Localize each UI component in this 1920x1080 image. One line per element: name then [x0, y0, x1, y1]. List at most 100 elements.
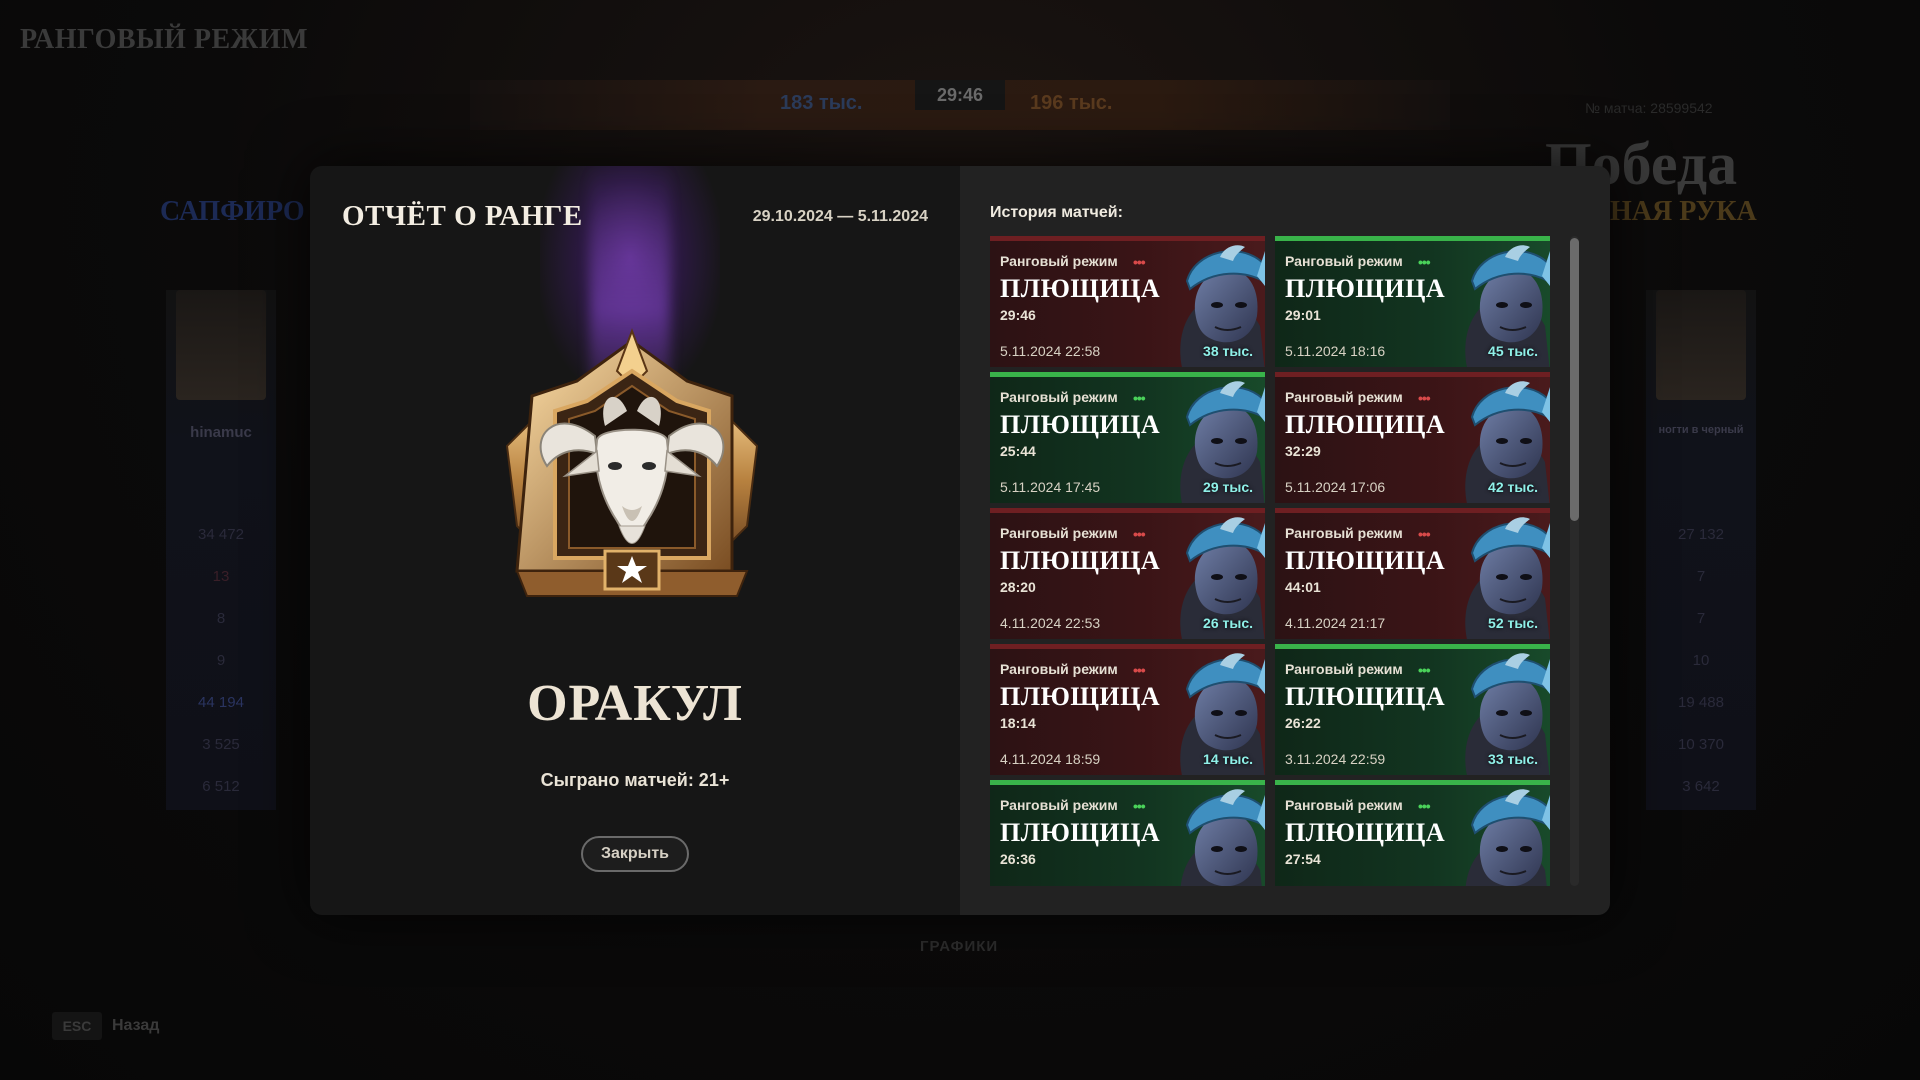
- close-button[interactable]: Закрыть: [581, 836, 689, 872]
- match-map: ПЛЮЩИЦА: [1285, 546, 1446, 575]
- player-stat: 10 370: [1678, 736, 1724, 753]
- scrollbar[interactable]: [1570, 236, 1579, 886]
- match-card[interactable]: Ранговый режим ••• ПЛЮЩИЦА 28:20 4.11.20…: [990, 508, 1265, 639]
- match-date: 5.11.2024 17:45: [1000, 479, 1101, 495]
- match-mode: Ранговый режим: [1285, 797, 1403, 813]
- match-duration: 26:36: [1000, 851, 1036, 867]
- rank-name: ОРАКУЛ: [527, 675, 743, 732]
- match-history-heading: История матчей:: [990, 204, 1123, 221]
- match-mode: Ранговый режим: [1000, 389, 1118, 405]
- match-duration: 27:54: [1285, 851, 1321, 867]
- match-map: ПЛЮЩИЦА: [1285, 682, 1446, 711]
- match-card[interactable]: Ранговый режим ••• ПЛЮЩИЦА 29:01 5.11.20…: [1275, 236, 1550, 367]
- match-souls: 52 тыс.: [1488, 615, 1538, 631]
- match-souls: 14 тыс.: [1203, 751, 1253, 767]
- player-stat: 10: [1692, 652, 1710, 669]
- hero-portrait: [176, 290, 266, 400]
- back-button[interactable]: Назад: [112, 1017, 159, 1035]
- match-souls: 42 тыс.: [1488, 479, 1538, 495]
- match-souls: 33 тыс.: [1488, 751, 1538, 767]
- match-menu-icon[interactable]: •••: [1133, 526, 1146, 542]
- match-menu-icon[interactable]: •••: [1418, 254, 1431, 270]
- match-map: ПЛЮЩИЦА: [1285, 274, 1446, 303]
- player-stat: 6 512: [202, 778, 240, 795]
- modal-title: ОТЧЁТ О РАНГЕ: [342, 200, 583, 232]
- match-date: 3.11.2024 22:59: [1285, 751, 1386, 767]
- team-left-name: САПФИРО: [160, 196, 305, 227]
- match-mode: Ранговый режим: [1000, 253, 1118, 269]
- player-stat: 27 132: [1678, 526, 1724, 543]
- hero-portrait-icon: [1180, 789, 1265, 886]
- match-menu-icon[interactable]: •••: [1133, 662, 1146, 678]
- match-map: ПЛЮЩИЦА: [1285, 818, 1446, 847]
- player-column-left: hinamuc 34 472 13 8 9 44 194 3 525 6 512: [166, 290, 276, 810]
- match-result-team: НАЯ РУКА: [1610, 196, 1757, 227]
- match-card[interactable]: Ранговый режим ••• ПЛЮЩИЦА 26:36: [990, 780, 1265, 886]
- match-menu-icon[interactable]: •••: [1133, 798, 1146, 814]
- esc-key-hint[interactable]: ESC: [52, 1012, 102, 1040]
- match-menu-icon[interactable]: •••: [1418, 798, 1431, 814]
- match-map: ПЛЮЩИЦА: [1285, 410, 1446, 439]
- hero-portrait-icon: [1465, 789, 1550, 886]
- match-date: 4.11.2024 18:59: [1000, 751, 1101, 767]
- match-timer: 29:46: [915, 80, 1005, 110]
- match-date: 4.11.2024 22:53: [1000, 615, 1101, 631]
- match-grid: Ранговый режим ••• ПЛЮЩИЦА 29:46 5.11.20…: [990, 236, 1554, 886]
- match-duration: 18:14: [1000, 715, 1036, 731]
- player-stat: 7: [1696, 568, 1706, 585]
- match-mode: Ранговый режим: [1285, 525, 1403, 541]
- player-stat: 3 525: [202, 736, 240, 753]
- player-name: ногти в черный: [1658, 424, 1744, 436]
- match-id: № матча: 28599542: [1585, 100, 1713, 116]
- match-mode: Ранговый режим: [1000, 661, 1118, 677]
- match-mode: Ранговый режим: [1285, 253, 1403, 269]
- match-duration: 29:46: [1000, 307, 1036, 323]
- goat-rank-emblem-icon: [505, 328, 759, 597]
- match-menu-icon[interactable]: •••: [1133, 254, 1146, 270]
- match-map: ПЛЮЩИЦА: [1000, 682, 1161, 711]
- match-card[interactable]: Ранговый режим ••• ПЛЮЩИЦА 25:44 5.11.20…: [990, 372, 1265, 503]
- hero-portrait: [1656, 290, 1746, 400]
- match-duration: 28:20: [1000, 579, 1036, 595]
- player-column-right: ногти в черный 27 132 7 7 10 19 488 10 3…: [1646, 290, 1756, 810]
- player-name: hinamuc: [190, 424, 252, 441]
- player-stat: 13: [212, 568, 230, 585]
- match-date: 4.11.2024 21:17: [1285, 615, 1386, 631]
- match-card[interactable]: Ранговый режим ••• ПЛЮЩИЦА 18:14 4.11.20…: [990, 644, 1265, 775]
- match-duration: 44:01: [1285, 579, 1321, 595]
- player-stat: 19 488: [1678, 694, 1724, 711]
- player-stat: 3 642: [1682, 778, 1720, 795]
- screen-title: РАНГОВЫЙ РЕЖИМ: [20, 24, 309, 55]
- match-souls: 38 тыс.: [1203, 343, 1253, 359]
- player-stat: 34 472: [198, 526, 244, 543]
- match-date: 5.11.2024 17:06: [1285, 479, 1386, 495]
- match-history-list[interactable]: Ранговый режим ••• ПЛЮЩИЦА 29:46 5.11.20…: [990, 236, 1554, 886]
- match-menu-icon[interactable]: •••: [1418, 390, 1431, 406]
- match-menu-icon[interactable]: •••: [1133, 390, 1146, 406]
- match-card[interactable]: Ранговый режим ••• ПЛЮЩИЦА 27:54: [1275, 780, 1550, 886]
- match-menu-icon[interactable]: •••: [1418, 526, 1431, 542]
- team-right-score: 196 тыс.: [1030, 92, 1113, 114]
- graphs-tab[interactable]: ГРАФИКИ: [920, 938, 998, 955]
- player-stat: 9: [216, 652, 226, 669]
- match-date: 5.11.2024 18:16: [1285, 343, 1386, 359]
- match-souls: 29 тыс.: [1203, 479, 1253, 495]
- match-duration: 26:22: [1285, 715, 1321, 731]
- match-map: ПЛЮЩИЦА: [1000, 818, 1161, 847]
- match-souls: 45 тыс.: [1488, 343, 1538, 359]
- match-duration: 32:29: [1285, 443, 1321, 459]
- scrollbar-thumb[interactable]: [1570, 238, 1579, 521]
- rank-summary-panel: ОТЧЁТ О РАНГЕ 29.10.2024 — 5.11.2024 ОРА…: [310, 166, 960, 915]
- match-card[interactable]: Ранговый режим ••• ПЛЮЩИЦА 32:29 5.11.20…: [1275, 372, 1550, 503]
- match-card[interactable]: Ранговый режим ••• ПЛЮЩИЦА 29:46 5.11.20…: [990, 236, 1265, 367]
- match-card[interactable]: Ранговый режим ••• ПЛЮЩИЦА 44:01 4.11.20…: [1275, 508, 1550, 639]
- match-map: ПЛЮЩИЦА: [1000, 410, 1161, 439]
- match-duration: 25:44: [1000, 443, 1036, 459]
- match-menu-icon[interactable]: •••: [1418, 662, 1431, 678]
- team-left-score: 183 тыс.: [780, 92, 863, 114]
- date-range: 29.10.2024 — 5.11.2024: [752, 208, 928, 225]
- match-mode: Ранговый режим: [1285, 661, 1403, 677]
- player-stat: 44 194: [198, 694, 244, 711]
- match-card[interactable]: Ранговый режим ••• ПЛЮЩИЦА 26:22 3.11.20…: [1275, 644, 1550, 775]
- match-souls: 26 тыс.: [1203, 615, 1253, 631]
